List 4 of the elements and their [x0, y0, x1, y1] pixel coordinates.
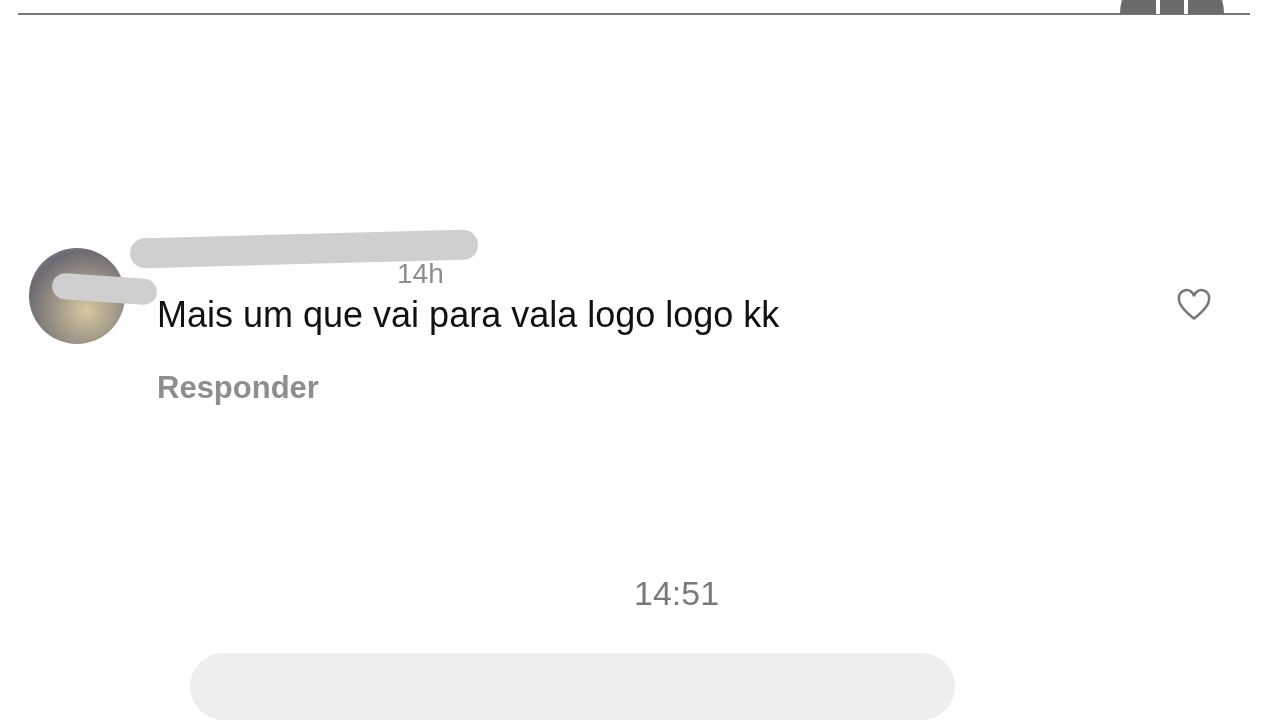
reply-button[interactable]: Responder	[157, 370, 319, 407]
message-timestamp: 14:51	[634, 574, 720, 614]
comment-time: 14h	[397, 260, 444, 289]
comment-text: Mais um que vai para vala logo logo kk	[157, 294, 781, 337]
